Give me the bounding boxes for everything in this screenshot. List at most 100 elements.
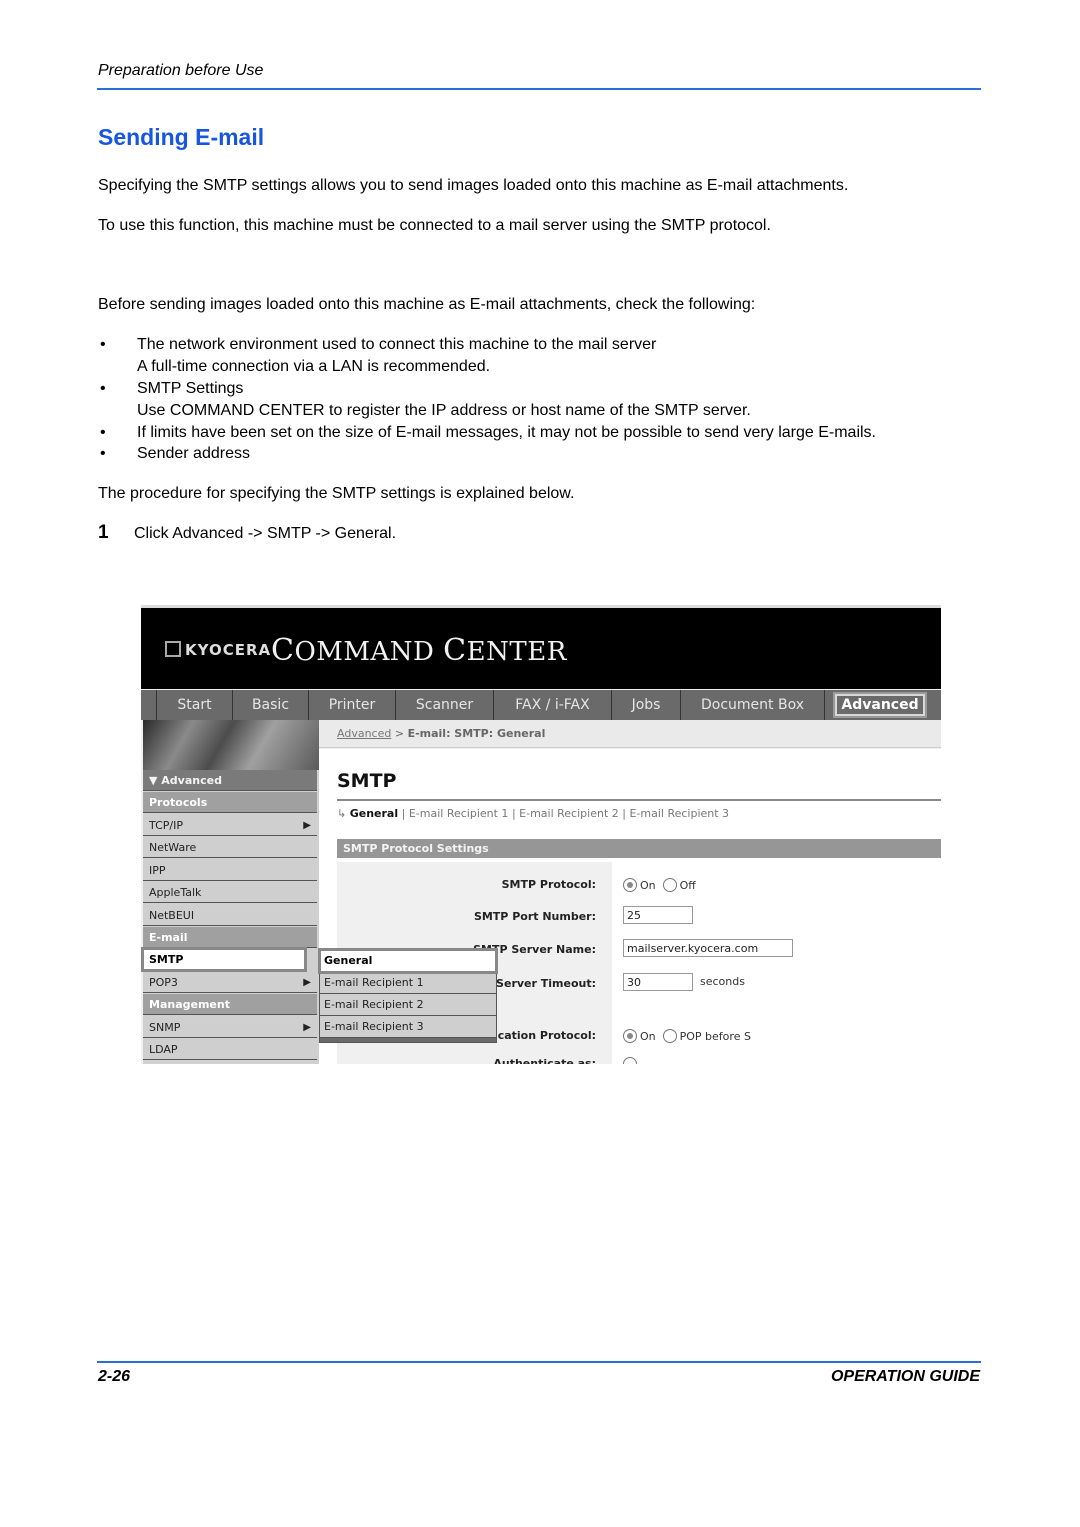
checklist-item-main: The network environment used to connect … — [137, 336, 657, 353]
app-title-cap: C — [271, 633, 295, 668]
sidebar-image — [143, 720, 319, 770]
radio-on[interactable] — [623, 878, 637, 892]
nav-spacer — [141, 690, 157, 720]
logo-text: KYOCERA — [185, 641, 272, 659]
subtab-separator: | — [401, 807, 406, 820]
bullet-icon: • — [100, 336, 106, 353]
tab-basic[interactable]: Basic — [233, 690, 309, 720]
app-title: COMMAND CENTER — [271, 633, 567, 668]
breadcrumb-link-advanced[interactable]: Advanced — [337, 727, 391, 740]
step-number: 1 — [98, 522, 109, 543]
radio-pop-before-smtp[interactable] — [662, 1029, 677, 1043]
title-rule — [337, 799, 941, 801]
subtab-recipient-3[interactable]: E-mail Recipient 3 — [629, 807, 729, 820]
procedure-intro: The procedure for specifying the SMTP se… — [98, 485, 575, 502]
sidebar-item-label: POP3 — [149, 976, 178, 989]
subtab-arrow-icon: ↳ — [337, 807, 347, 820]
tab-document-box[interactable]: Document Box — [681, 690, 825, 720]
subtab-separator: | — [511, 807, 516, 820]
field-smtp-protocol: SMTP Protocol: On Off — [337, 874, 941, 898]
subtab-recipient-1[interactable]: E-mail Recipient 1 — [409, 807, 509, 820]
sidebar-group-management: Management — [143, 994, 317, 1015]
command-center-screenshot: KYOCERA COMMAND CENTER Start Basic Print… — [141, 605, 941, 1064]
submenu-item-recipient-3[interactable]: E-mail Recipient 3 — [320, 1016, 496, 1038]
arrow-right-icon: ▶ — [303, 1022, 311, 1033]
banner: KYOCERA COMMAND CENTER — [141, 608, 941, 689]
timeout-input[interactable]: 30 — [623, 973, 693, 991]
page-number: 2-26 — [98, 1368, 131, 1385]
subtab-general[interactable]: General — [350, 807, 398, 820]
check-intro: Before sending images loaded onto this m… — [98, 296, 756, 313]
checklist-item-sub: Use COMMAND CENTER to register the IP ad… — [137, 402, 751, 419]
submenu-item-general[interactable]: General — [318, 948, 498, 974]
submenu-item-recipient-1[interactable]: E-mail Recipient 1 — [320, 972, 496, 994]
app-title-cap: C — [443, 633, 467, 668]
footer-rule — [97, 1361, 981, 1363]
sidebar-group-protocols: Protocols — [143, 792, 317, 813]
tab-start[interactable]: Start — [157, 690, 233, 720]
sidebar: ▼ Advanced Protocols TCP/IP ▶ NetWare IPP… — [141, 720, 319, 1064]
checklist-item-main: Sender address — [137, 445, 250, 462]
arrow-right-icon: ▶ — [303, 977, 311, 988]
tab-advanced-label: Advanced — [833, 692, 927, 718]
radio-off[interactable] — [662, 878, 677, 892]
radio-label: Off — [679, 879, 696, 892]
bullet-icon: • — [100, 424, 106, 441]
tab-jobs[interactable]: Jobs — [612, 690, 681, 720]
tab-scanner[interactable]: Scanner — [396, 690, 494, 720]
tab-printer[interactable]: Printer — [309, 690, 396, 720]
sidebar-item-label: TCP/IP — [149, 819, 183, 832]
checklist-item-sub: A full-time connection via a LAN is reco… — [137, 358, 491, 375]
intro-paragraph-1: Specifying the SMTP settings allows you … — [98, 177, 849, 194]
field-authenticate-as: Authenticate as: — [337, 1053, 941, 1064]
timeout-unit: seconds — [700, 975, 745, 988]
sidebar-item-netware[interactable]: NetWare — [143, 837, 317, 858]
running-header: Preparation before Use — [98, 62, 264, 79]
sidebar-header-advanced[interactable]: ▼ Advanced — [143, 770, 317, 791]
subtab-separator: | — [622, 807, 626, 820]
breadcrumb: Advanced > E-mail: SMTP: General — [319, 720, 941, 748]
bullet-icon: • — [100, 380, 106, 397]
field-smtp-port: SMTP Port Number: 25 — [337, 906, 941, 930]
content-title: SMTP — [337, 770, 397, 792]
server-name-input[interactable]: mailserver.kyocera.com — [623, 939, 793, 957]
app-title-part: ENTER — [466, 637, 567, 667]
sidebar-item-pop3[interactable]: POP3 ▶ — [143, 972, 317, 993]
sidebar-item-ipp[interactable]: IPP — [143, 860, 317, 881]
sidebar-item-snmp[interactable]: SNMP ▶ — [143, 1017, 317, 1038]
kyocera-logo-icon — [165, 641, 181, 657]
sidebar-item-appletalk[interactable]: AppleTalk — [143, 882, 317, 903]
tab-advanced[interactable]: Advanced — [825, 690, 935, 720]
page-title: Sending E-mail — [98, 124, 265, 150]
checklist-item-main: If limits have been set on the size of E… — [137, 424, 876, 441]
bullet-icon: • — [100, 445, 106, 462]
arrow-right-icon: ▶ — [303, 820, 311, 831]
sidebar-item-netbeui[interactable]: NetBEUI — [143, 905, 317, 926]
breadcrumb-current: E-mail: SMTP: General — [407, 727, 546, 740]
sidebar-item-tcpip[interactable]: TCP/IP ▶ — [143, 815, 317, 836]
field-label: SMTP Protocol: — [501, 878, 596, 891]
radio-label: POP before S — [679, 1030, 751, 1043]
checklist-item-main: SMTP Settings — [137, 380, 244, 397]
field-label: Authenticate as: — [493, 1057, 596, 1064]
radio-auth-as[interactable] — [623, 1057, 637, 1064]
field-label: SMTP Port Number: — [473, 910, 596, 923]
submenu-footer — [320, 1038, 496, 1042]
radio-on[interactable] — [623, 1029, 637, 1043]
nav-bar: Start Basic Printer Scanner FAX / i-FAX … — [141, 690, 941, 720]
sidebar-item-label: SMTP — [149, 953, 184, 966]
section-header: SMTP Protocol Settings — [337, 839, 941, 858]
sidebar-group-email: E-mail — [143, 927, 317, 948]
smtp-submenu: General E-mail Recipient 1 E-mail Recipi… — [318, 948, 498, 1043]
submenu-item-recipient-2[interactable]: E-mail Recipient 2 — [320, 994, 496, 1016]
sidebar-item-ldap[interactable]: LDAP — [143, 1039, 317, 1060]
radio-label: On — [640, 1030, 656, 1043]
app-title-part: OMMAND — [294, 637, 444, 667]
subtab-recipient-2[interactable]: E-mail Recipient 2 — [519, 807, 619, 820]
header-rule — [97, 88, 981, 90]
port-input[interactable]: 25 — [623, 906, 693, 924]
sidebar-item-smtp[interactable]: SMTP — [141, 947, 307, 972]
guide-title: OPERATION GUIDE — [830, 1368, 980, 1385]
tab-fax[interactable]: FAX / i-FAX — [494, 690, 612, 720]
sidebar-item-label: SNMP — [149, 1021, 181, 1034]
